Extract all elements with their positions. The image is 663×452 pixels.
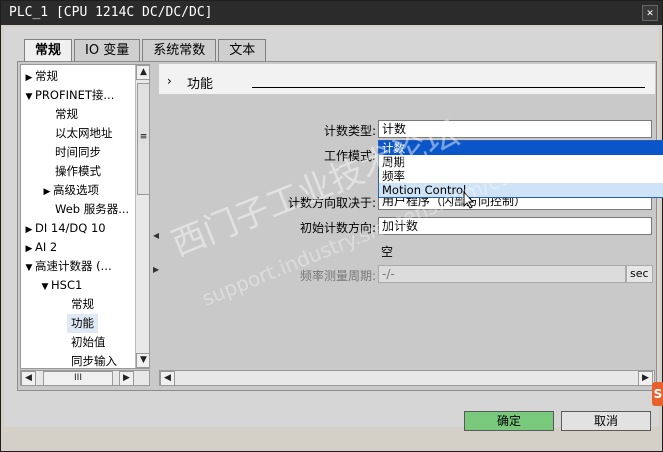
tree-item-general[interactable]: ▶ 常规 [23,67,58,86]
collapse-arrow-icon[interactable]: ▼ [23,88,35,107]
ok-button[interactable]: 确定 [464,411,554,431]
tree-item-profinet-general[interactable]: 常规 [55,105,78,124]
scroll-right-icon[interactable]: ▶ [638,371,653,386]
grip-icon: ≡ [139,132,148,142]
content-frame: ▶ 常规 ▼ PROFINET接... 常规 以太网地址 时间同步 操作模式 ▶ 高级… [17,61,663,391]
freq-period-unit: sec [626,265,653,283]
tree-item-hsc1[interactable]: ▼ HSC1 [39,276,83,297]
work-mode-label: 工作模式: [323,149,376,163]
scroll-thumb-horizontal[interactable]: III [43,371,113,386]
scroll-right-icon[interactable]: ▶ [119,371,134,386]
tree-item-label: HSC1 [51,278,83,292]
properties-dialog: PLC_1 [CPU 1214C DC/DC/DC] ✕ 常规 IO 变量 系统… [0,0,663,452]
dropdown-option-motion-control[interactable]: Motion Control [379,183,663,197]
navigation-tree: ▶ 常规 ▼ PROFINET接... 常规 以太网地址 时间同步 操作模式 ▶ 高级… [20,64,150,369]
work-mode-dropdown-list[interactable]: 计数 周期 频率 Motion Control [378,140,663,198]
tree-item-ai[interactable]: ▶ AI 2 [23,238,58,257]
tab-system-constants[interactable]: 系统常数 [142,39,217,61]
tree-item-di-dq[interactable]: ▶ DI 14/DQ 10 [23,219,106,238]
cancel-button[interactable]: 取消 [561,411,651,431]
side-badge-icon[interactable]: S [652,382,663,406]
tree-item-profinet[interactable]: ▼ PROFINET接... [23,86,115,107]
tree-item-web-server[interactable]: Web 服务器... [55,200,129,219]
dropdown-option-period[interactable]: 周期 [379,155,663,169]
tree-item-operating-mode[interactable]: 操作模式 [55,162,101,181]
count-type-label: 计数类型: [323,124,376,138]
tab-bar: 常规 IO 变量 系统常数 文本 [24,39,267,63]
empty-text: 空 [381,245,394,259]
mouse-cursor-icon [463,190,475,213]
section-header-background [159,64,655,94]
close-icon[interactable]: ✕ [642,5,658,21]
scroll-down-icon[interactable]: ▼ [136,353,149,368]
expand-arrow-icon[interactable]: ▶ [41,183,53,202]
tree-item-label: 高速计数器 (... [35,259,112,273]
freq-period-label: 频率测量周期: [299,269,376,283]
section-divider [252,87,645,88]
direction-label: 计数方向取决于: [287,196,376,210]
tree-item-ethernet-address[interactable]: 以太网地址 [55,124,113,143]
section-title: 功能 [187,77,214,92]
tree-vertical-scrollbar[interactable]: ▲ ≡ ▼ [135,65,149,368]
tree-item-label: AI 2 [35,240,58,254]
tree-item-hsc[interactable]: ▼ 高速计数器 (... [23,257,112,276]
tree-item-sync-input[interactable]: 同步输入 [71,352,117,368]
tree-horizontal-scrollbar[interactable]: ◀ III ▶ [20,370,150,386]
tree-item-label: DI 14/DQ 10 [35,221,106,235]
dropdown-option-count[interactable]: 计数 [379,141,663,155]
tab-general[interactable]: 常规 [24,39,73,63]
collapse-arrow-icon[interactable]: ▼ [23,259,35,278]
freq-period-field: -/- [378,265,626,283]
count-type-select[interactable]: 计数 [378,120,652,138]
tree-item-hsc1-general[interactable]: 常规 [71,295,94,314]
scroll-left-icon[interactable]: ◀ [21,371,36,386]
panel-horizontal-scrollbar[interactable]: ◀ ▶ [159,370,655,386]
scroll-thumb[interactable]: ≡ [137,83,149,195]
tree-item-label: PROFINET接... [35,88,115,102]
scroll-up-icon[interactable]: ▲ [136,65,149,80]
chevron-right-icon[interactable]: › [167,74,172,88]
tree-item-advanced-options[interactable]: ▶ 高级选项 [41,181,99,200]
initial-direction-select[interactable]: 加计数 [378,217,652,235]
scroll-left-icon[interactable]: ◀ [160,371,175,386]
dropdown-option-frequency[interactable]: 频率 [379,169,663,183]
title-bar: PLC_1 [CPU 1214C DC/DC/DC] ✕ [1,1,662,25]
initial-direction-label: 初始计数方向: [299,221,376,235]
tree-item-time-sync[interactable]: 时间同步 [55,143,101,162]
tree-item-function[interactable]: 功能 [67,314,98,333]
collapse-arrow-icon[interactable]: ▼ [39,278,51,297]
tab-text[interactable]: 文本 [218,39,267,61]
dialog-body: 常规 IO 变量 系统常数 文本 ▶ 常规 ▼ PROFINET接... 常规 以太… [4,27,663,431]
tree-item-label: 高级选项 [53,183,99,197]
window-title: PLC_1 [CPU 1214C DC/DC/DC] [9,5,213,20]
tree-item-initial-value[interactable]: 初始值 [71,333,106,352]
tab-io-tags[interactable]: IO 变量 [74,39,141,61]
tree-item-label: 常规 [35,69,58,83]
properties-panel: › 功能 计数类型: 计数 工作模式: 计数 周期 频率 Motion Cont… [159,64,663,369]
section-header[interactable]: › 功能 [159,64,655,94]
